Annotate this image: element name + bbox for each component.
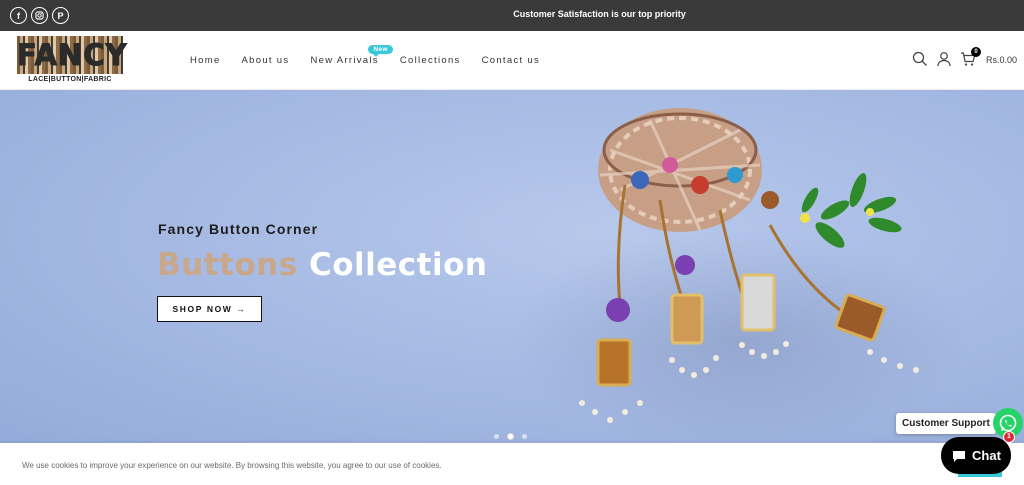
nav-new-arrivals-label: New Arrivals <box>310 55 379 66</box>
account-icon[interactable] <box>936 51 954 69</box>
site-logo[interactable]: FANCY LACE|BUTTON|FABRIC <box>17 36 128 85</box>
hero-kicker: Fancy Button Corner <box>158 221 319 237</box>
slider-dot-3[interactable] <box>522 434 527 439</box>
slider-dot-1[interactable] <box>494 434 499 439</box>
chat-notification-badge: 1 <box>1003 431 1015 443</box>
hero-slider: Fancy Button Corner Buttons Collection S… <box>0 90 1024 443</box>
hero-headline-main: Collection <box>308 247 488 283</box>
cookie-banner: We use cookies to improve your experienc… <box>0 443 1024 485</box>
top-bar: f P Customer Satisfaction is our top pri… <box>0 0 1024 31</box>
new-badge: New <box>368 45 393 57</box>
nav-home[interactable]: Home <box>190 55 221 66</box>
chat-label: Chat <box>972 448 1001 463</box>
cart-count-badge: 0 <box>971 47 981 57</box>
nav-new-arrivals[interactable]: New Arrivals New <box>310 45 393 66</box>
logo-tagline: LACE|BUTTON|FABRIC <box>28 76 112 83</box>
chat-button[interactable]: Chat 1 <box>941 431 1015 474</box>
cart-total: Rs.0.00 <box>986 55 1018 65</box>
hero-product-image <box>510 108 970 443</box>
nav-contact-us[interactable]: Contact us <box>482 55 540 66</box>
hero-headline-accent: Buttons <box>157 247 298 283</box>
site-header: FANCY LACE|BUTTON|FABRIC Home About us N… <box>0 31 1024 90</box>
logo-wordmark: FANCY <box>17 36 128 74</box>
cart-icon[interactable]: 0 <box>960 47 981 69</box>
cookie-message: We use cookies to improve your experienc… <box>22 461 442 470</box>
nav-about-us[interactable]: About us <box>242 55 290 66</box>
customer-support-label[interactable]: Customer Support <box>896 413 996 434</box>
nav-collections[interactable]: Collections <box>400 55 461 66</box>
main-nav: Home About us New Arrivals New Collectio… <box>190 45 561 66</box>
slider-dot-2[interactable] <box>507 433 514 440</box>
shop-now-button[interactable]: SHOP NOW → <box>157 296 262 322</box>
hero-headline: Buttons Collection <box>157 247 487 283</box>
chat-bubble-icon <box>953 450 966 462</box>
slider-dots <box>494 433 527 440</box>
search-icon[interactable] <box>912 51 930 69</box>
header-actions: 0 Rs.0.00 <box>912 47 1018 69</box>
announcement-text: Customer Satisfaction is our top priorit… <box>513 9 686 19</box>
